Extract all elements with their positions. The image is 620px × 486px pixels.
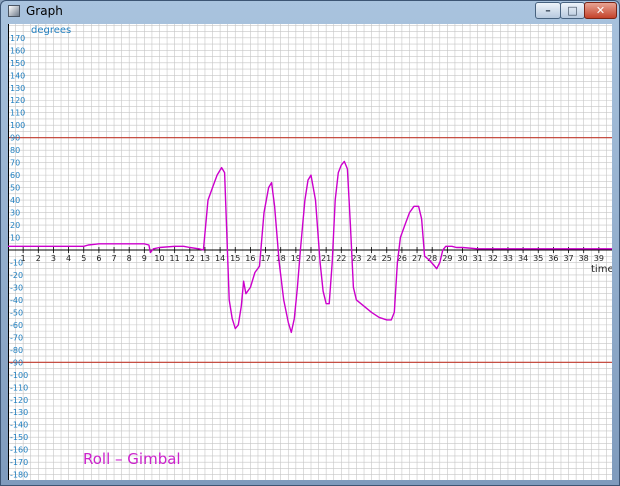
x-tick-label: 36 xyxy=(548,254,558,263)
x-tick-label: 11 xyxy=(170,254,180,263)
y-tick-label: -90 xyxy=(10,358,23,367)
x-tick-label: 13 xyxy=(200,254,210,263)
chart-caption: Roll – Gimbal xyxy=(83,450,181,468)
y-tick-label: 170 xyxy=(10,34,25,43)
x-tick-label: 30 xyxy=(457,254,467,263)
y-tick-label: 100 xyxy=(10,121,25,130)
minimize-button[interactable]: – xyxy=(535,2,561,19)
x-tick-label: 15 xyxy=(230,254,240,263)
x-tick-label: 34 xyxy=(518,254,528,263)
minimize-icon: – xyxy=(545,4,551,17)
y-tick-label: -160 xyxy=(10,446,28,455)
y-tick-label: 20 xyxy=(10,221,20,230)
y-tick-label: -100 xyxy=(10,371,28,380)
y-tick-label: -170 xyxy=(10,458,28,467)
x-tick-label: 8 xyxy=(127,254,132,263)
title-bar[interactable]: Graph – □ ✕ xyxy=(1,1,619,23)
y-tick-label: -60 xyxy=(10,321,23,330)
x-tick-label: 29 xyxy=(442,254,452,263)
y-tick-label: -130 xyxy=(10,408,28,417)
x-tick-label: 33 xyxy=(503,254,513,263)
x-tick-label: 2 xyxy=(36,254,41,263)
y-tick-label: -110 xyxy=(10,383,28,392)
x-tick-label: 4 xyxy=(66,254,71,263)
x-tick-label: 12 xyxy=(185,254,195,263)
close-button[interactable]: ✕ xyxy=(584,2,617,19)
close-icon: ✕ xyxy=(595,4,606,17)
y-tick-label: 120 xyxy=(10,96,25,105)
y-tick-label: 90 xyxy=(10,134,20,143)
y-tick-label: 70 xyxy=(10,159,20,168)
y-axis-label: degrees xyxy=(31,25,71,36)
y-tick-label: -140 xyxy=(10,421,28,430)
y-tick-label: 80 xyxy=(10,146,20,155)
app-icon xyxy=(8,5,20,17)
x-tick-label: 20 xyxy=(306,254,316,263)
x-tick-label: 25 xyxy=(382,254,392,263)
y-tick-label: -30 xyxy=(10,283,23,292)
graph-window: Graph – □ ✕ 170 160 150 140 130 120 110 100 90 80… xyxy=(0,0,620,486)
x-axis-label: time xyxy=(591,264,612,275)
y-tick-label: 30 xyxy=(10,209,20,218)
x-tick-label: 5 xyxy=(81,254,86,263)
y-tick-label: -80 xyxy=(10,346,23,355)
y-tick-label: -70 xyxy=(10,333,23,342)
x-tick-label: 16 xyxy=(245,254,255,263)
x-tick-label: 22 xyxy=(336,254,346,263)
x-tick-label: 35 xyxy=(533,254,543,263)
x-tick-label: 24 xyxy=(367,254,377,263)
x-tick-label: 3 xyxy=(51,254,56,263)
x-tick-label: 23 xyxy=(351,254,361,263)
x-tick-label: 28 xyxy=(427,254,437,263)
x-tick-label: 37 xyxy=(563,254,573,263)
window-title: Graph xyxy=(26,4,63,18)
x-tick-label: 7 xyxy=(112,254,117,263)
x-tick-label: 39 xyxy=(594,254,604,263)
x-tick-label: 14 xyxy=(215,254,225,263)
x-tick-label: 9 xyxy=(142,254,147,263)
y-tick-label: -40 xyxy=(10,296,23,305)
y-tick-label: 60 xyxy=(10,171,20,180)
y-tick-label: 40 xyxy=(10,196,20,205)
graph-canvas: 170 160 150 140 130 120 110 100 90 80 70 60 50 40 30 20… xyxy=(8,24,612,480)
x-tick-label: 17 xyxy=(260,254,270,263)
roll-gimbal-chart: 1701601501401301201101009080706050403020… xyxy=(8,24,612,480)
y-tick-label: -180 xyxy=(10,471,28,480)
y-tick-label: -150 xyxy=(10,433,28,442)
x-tick-label: 21 xyxy=(321,254,331,263)
y-tick-label: -120 xyxy=(10,396,28,405)
y-tick-label: 50 xyxy=(10,184,20,193)
x-tick-label: 31 xyxy=(473,254,483,263)
x-tick-label: 1 xyxy=(21,254,26,263)
x-tick-label: 6 xyxy=(96,254,101,263)
y-tick-label: 10 xyxy=(10,234,20,243)
y-tick-label: -50 xyxy=(10,308,23,317)
y-tick-label: 140 xyxy=(10,71,25,80)
x-tick-label: 38 xyxy=(579,254,589,263)
x-tick-label: 32 xyxy=(488,254,498,263)
x-tick-label: 18 xyxy=(276,254,286,263)
x-tick-label: 4 xyxy=(611,254,612,263)
y-tick-label: 130 xyxy=(10,84,25,93)
y-tick-label: -20 xyxy=(10,271,23,280)
maximize-button[interactable]: □ xyxy=(560,2,585,19)
maximize-icon: □ xyxy=(567,4,578,17)
x-tick-label: 27 xyxy=(412,254,422,263)
x-tick-label: 10 xyxy=(154,254,164,263)
y-tick-label: 150 xyxy=(10,59,25,68)
y-tick-label: 110 xyxy=(10,109,25,118)
y-tick-label: 160 xyxy=(10,46,25,55)
